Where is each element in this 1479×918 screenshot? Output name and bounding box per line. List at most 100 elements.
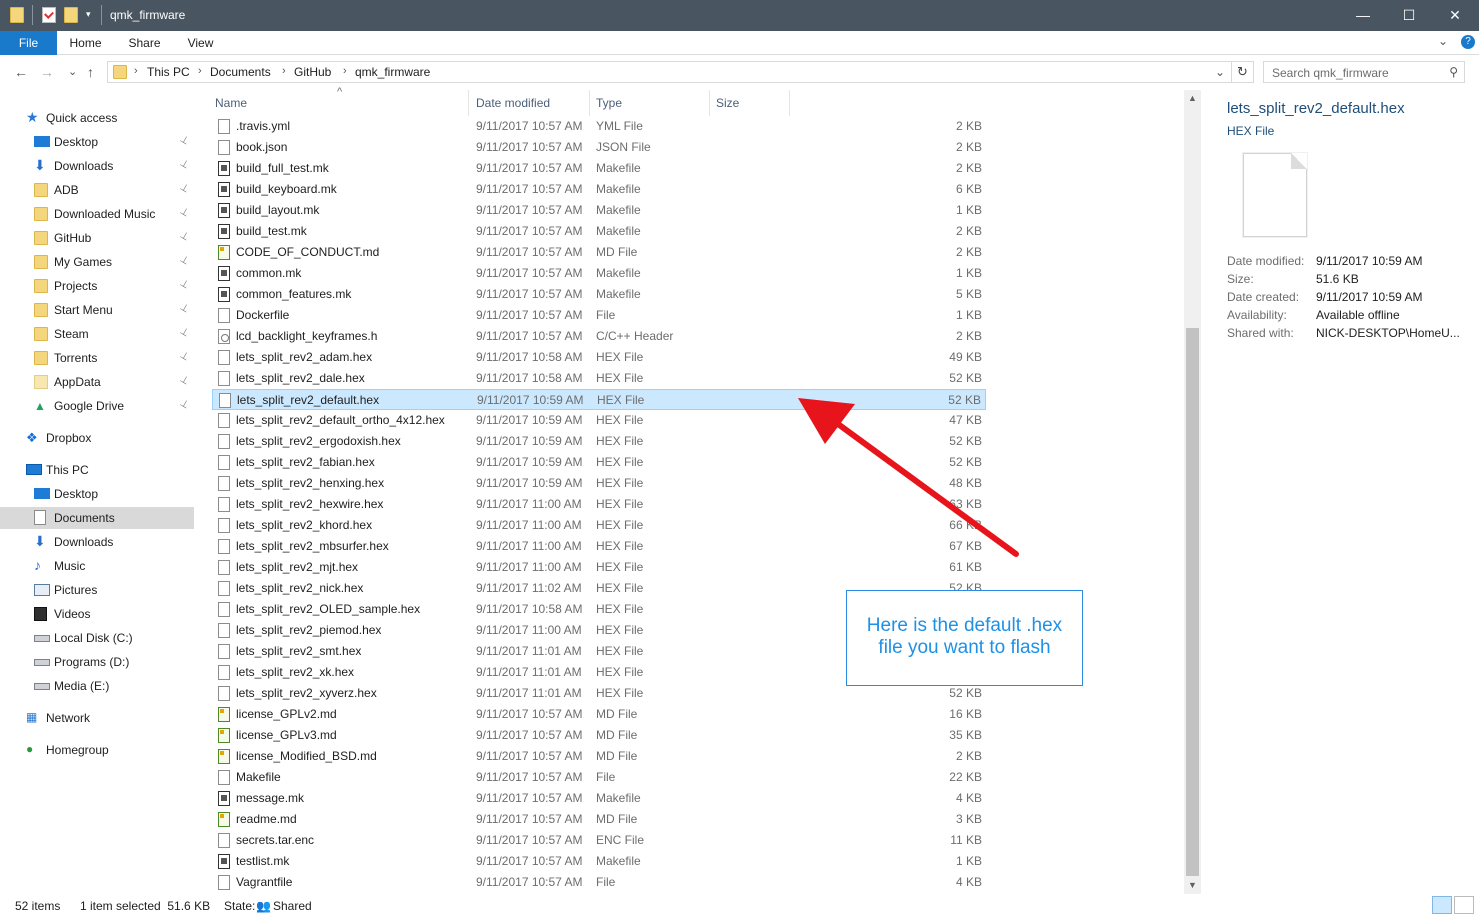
file-row[interactable]: lcd_backlight_keyframes.h 9/11/2017 10:57… <box>212 326 986 347</box>
file-row[interactable]: build_keyboard.mk 9/11/2017 10:57 AM Makef… <box>212 179 986 200</box>
file-row[interactable]: license_GPLv2.md 9/11/2017 10:57 AM MD Fil… <box>212 704 986 725</box>
file-row[interactable]: common_features.mk 9/11/2017 10:57 AM Make… <box>212 284 986 305</box>
pin-icon[interactable]: ⊥ <box>178 158 191 172</box>
pin-icon[interactable]: ⊥ <box>178 374 191 388</box>
expand-ribbon-icon[interactable]: ⌄ <box>1438 34 1448 48</box>
new-folder-icon[interactable] <box>64 7 78 23</box>
nav-item-projects[interactable]: Projects ⊥ <box>0 275 194 297</box>
file-row[interactable]: CODE_OF_CONDUCT.md 9/11/2017 10:57 AM MD F… <box>212 242 986 263</box>
breadcrumb-documents[interactable]: Documents <box>210 65 271 79</box>
nav-item-downloads[interactable]: ⬇ Downloads ⊥ <box>0 155 194 177</box>
file-row[interactable]: Dockerfile 9/11/2017 10:57 AM File 1 KB <box>212 305 986 326</box>
search-input[interactable]: Search qmk_firmware ⚲ <box>1263 61 1465 83</box>
file-row[interactable]: .travis.yml 9/11/2017 10:57 AM YML File 2 K… <box>212 116 986 137</box>
breadcrumb-qmk-firmware[interactable]: qmk_firmware <box>355 65 430 79</box>
pin-icon[interactable]: ⊥ <box>178 206 191 220</box>
breadcrumb-github[interactable]: GitHub <box>294 65 331 79</box>
nav-item-videos[interactable]: Videos <box>0 603 194 625</box>
tab-file[interactable]: File <box>0 31 57 55</box>
nav-item-media-e[interactable]: Media (E:) <box>0 675 194 697</box>
pin-icon[interactable]: ⊥ <box>178 134 191 148</box>
help-icon[interactable]: ? <box>1461 35 1475 49</box>
property-label: Size: <box>1227 272 1254 286</box>
nav-item-pictures[interactable]: Pictures <box>0 579 194 601</box>
nav-item-downloaded-music[interactable]: Downloaded Music ⊥ <box>0 203 194 225</box>
recent-locations-icon[interactable]: ⌄ <box>68 64 77 80</box>
file-size: 2 KB <box>955 140 982 154</box>
nav-item-torrents[interactable]: Torrents ⊥ <box>0 347 194 369</box>
nav-item-downloads[interactable]: ⬇ Downloads <box>0 531 194 553</box>
up-button[interactable]: ↑ <box>87 64 94 80</box>
close-button[interactable]: ✕ <box>1432 0 1478 31</box>
nav-item-music[interactable]: ♪ Music <box>0 555 194 577</box>
pin-icon[interactable]: ⊥ <box>178 350 191 364</box>
nav-quick-access[interactable]: ★ Quick access <box>0 107 194 129</box>
nav-item-start-menu[interactable]: Start Menu ⊥ <box>0 299 194 321</box>
file-type: Makefile <box>596 266 641 280</box>
nav-homegroup[interactable]: ● Homegroup <box>0 739 194 761</box>
large-icons-view-button[interactable] <box>1454 896 1474 914</box>
pin-icon[interactable]: ⊥ <box>178 326 191 340</box>
nav-item-adb[interactable]: ADB ⊥ <box>0 179 194 201</box>
maximize-button[interactable]: ☐ <box>1386 0 1432 31</box>
nav-item-desktop[interactable]: Desktop <box>0 483 194 505</box>
refresh-button[interactable]: ↻ <box>1232 61 1254 83</box>
file-row[interactable]: testlist.mk 9/11/2017 10:57 AM Makefile 1 K… <box>212 851 986 872</box>
scroll-thumb[interactable] <box>1186 328 1199 876</box>
file-row[interactable]: license_GPLv3.md 9/11/2017 10:57 AM MD Fil… <box>212 725 986 746</box>
column-header-date[interactable]: Date modified <box>470 90 590 116</box>
nav-item-local-disk-c[interactable]: Local Disk (C:) <box>0 627 194 649</box>
nav-item-google-drive[interactable]: ▲ Google Drive ⊥ <box>0 395 194 417</box>
address-dropdown-icon[interactable]: ⌄ <box>1215 65 1225 79</box>
properties-icon[interactable] <box>42 7 56 23</box>
file-row[interactable]: build_layout.mk 9/11/2017 10:57 AM Makefil… <box>212 200 986 221</box>
file-row[interactable]: lets_split_rev2_adam.hex 9/11/2017 10:58 … <box>212 347 986 368</box>
file-date: 9/11/2017 10:57 AM <box>476 812 583 826</box>
scroll-up-icon[interactable]: ▲ <box>1184 90 1201 107</box>
pin-icon[interactable]: ⊥ <box>178 254 191 268</box>
file-row[interactable]: readme.md 9/11/2017 10:57 AM MD File 3 KB <box>212 809 986 830</box>
details-view-button[interactable] <box>1432 896 1452 914</box>
customize-toolbar-icon[interactable]: ▾ <box>86 9 91 20</box>
scroll-down-icon[interactable]: ▼ <box>1184 877 1201 894</box>
nav-dropbox[interactable]: ❖ Dropbox <box>0 427 194 449</box>
file-row[interactable]: message.mk 9/11/2017 10:57 AM Makefile 4 KB <box>212 788 986 809</box>
file-row[interactable]: lets_split_rev2_xyverz.hex 9/11/2017 11:0… <box>212 683 986 704</box>
tab-home[interactable]: Home <box>57 31 114 55</box>
column-header-type[interactable]: Type <box>590 90 710 116</box>
pin-icon[interactable]: ⊥ <box>178 278 191 292</box>
tab-share[interactable]: Share <box>116 31 173 55</box>
breadcrumb-this-pc[interactable]: This PC <box>147 65 190 79</box>
nav-item-steam[interactable]: Steam ⊥ <box>0 323 194 345</box>
nav-item-my-games[interactable]: My Games ⊥ <box>0 251 194 273</box>
column-header-size[interactable]: Size <box>710 90 790 116</box>
nav-item-documents[interactable]: Documents <box>0 507 194 529</box>
forward-button[interactable]: → <box>40 64 54 80</box>
pin-icon[interactable]: ⊥ <box>178 302 191 316</box>
makefile-icon <box>218 854 230 869</box>
pin-icon[interactable]: ⊥ <box>178 230 191 244</box>
file-row[interactable]: book.json 9/11/2017 10:57 AM JSON File 2 KB <box>212 137 986 158</box>
nav-item-appdata[interactable]: AppData ⊥ <box>0 371 194 393</box>
nav-item-github[interactable]: GitHub ⊥ <box>0 227 194 249</box>
back-button[interactable]: ← <box>14 64 28 80</box>
column-header-name[interactable]: Name <box>212 90 469 116</box>
file-row[interactable]: common.mk 9/11/2017 10:57 AM Makefile 1 KB <box>212 263 986 284</box>
address-bar[interactable]: › This PC › Documents › GitHub › qmk_fir… <box>107 61 1232 83</box>
file-size: 6 KB <box>955 182 982 196</box>
file-row[interactable]: build_test.mk 9/11/2017 10:57 AM Makefile 2… <box>212 221 986 242</box>
vertical-scrollbar[interactable]: ▲ ▼ <box>1184 90 1201 894</box>
file-row[interactable]: license_Modified_BSD.md 9/11/2017 10:57 A… <box>212 746 986 767</box>
file-row[interactable]: build_full_test.mk 9/11/2017 10:57 AM Make… <box>212 158 986 179</box>
tab-view[interactable]: View <box>172 31 229 55</box>
pin-icon[interactable]: ⊥ <box>178 182 191 196</box>
file-row[interactable]: Vagrantfile 9/11/2017 10:57 AM File 4 KB <box>212 872 986 893</box>
nav-network[interactable]: ▦ Network <box>0 707 194 729</box>
pin-icon[interactable]: ⊥ <box>178 398 191 412</box>
file-row[interactable]: secrets.tar.enc 9/11/2017 10:57 AM ENC Fil… <box>212 830 986 851</box>
nav-item-programs-d[interactable]: Programs (D:) <box>0 651 194 673</box>
nav-item-desktop[interactable]: Desktop ⊥ <box>0 131 194 153</box>
minimize-button[interactable]: — <box>1340 0 1386 31</box>
file-row[interactable]: Makefile 9/11/2017 10:57 AM File 22 KB <box>212 767 986 788</box>
nav-this-pc[interactable]: This PC <box>0 459 194 481</box>
